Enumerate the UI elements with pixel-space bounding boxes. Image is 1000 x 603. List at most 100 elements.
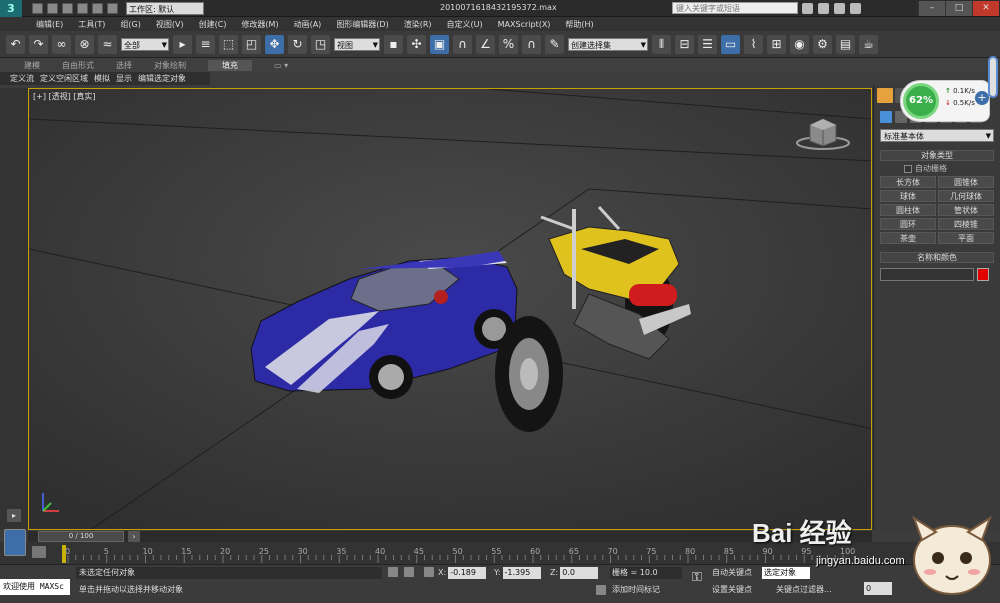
render-production-icon[interactable]: ☕ (859, 34, 878, 54)
percent-snap-icon[interactable]: % (499, 34, 518, 54)
keyboard-shortcut-override-icon[interactable]: ▣ (430, 34, 449, 54)
redo-icon[interactable] (92, 2, 103, 14)
unlink-icon[interactable]: ⊗ (75, 34, 94, 54)
reference-coordinate-dropdown[interactable]: 视图 (334, 37, 380, 52)
side-scroll-handle[interactable] (988, 56, 998, 98)
tube-button[interactable]: 管状体 (938, 204, 994, 216)
spinner-snap-icon[interactable]: ∩ (522, 34, 541, 54)
select-and-rotate-icon[interactable]: ↻ (288, 34, 307, 54)
render-setup-icon[interactable]: ⚙ (813, 34, 832, 54)
viewcube-icon[interactable] (793, 113, 853, 153)
select-and-scale-icon[interactable]: ◳ (311, 34, 330, 54)
menu-create[interactable]: 创建(C) (199, 19, 227, 30)
app-logo-icon[interactable]: 3 (0, 0, 22, 17)
undo-icon[interactable] (77, 2, 88, 14)
menu-help[interactable]: 帮助(H) (565, 19, 593, 30)
menu-maxscript[interactable]: MAXScript(X) (498, 20, 551, 29)
redo-icon[interactable]: ↷ (29, 34, 48, 54)
new-file-icon[interactable] (32, 2, 43, 14)
populate-edit-selected[interactable]: 编辑选定对象 (138, 73, 186, 84)
geosphere-button[interactable]: 几何球体 (938, 190, 994, 202)
geometry-icon[interactable] (880, 111, 892, 123)
menu-modifiers[interactable]: 修改器(M) (241, 19, 278, 30)
pivot-center-icon[interactable]: ▪ (384, 34, 403, 54)
selection-filter-dropdown[interactable]: 全部 (121, 37, 169, 52)
minimize-button[interactable]: – (918, 1, 945, 16)
mini-curve-editor-icon[interactable] (32, 546, 46, 558)
maxscript-listener-icon[interactable] (4, 529, 26, 556)
menu-views[interactable]: 视图(V) (156, 19, 184, 30)
ribbon-tab-modeling[interactable]: 建模 (24, 60, 40, 71)
key-filters-button[interactable]: 关键点过滤器... (776, 584, 838, 596)
close-button[interactable]: ✕ (972, 1, 999, 16)
network-speed-widget[interactable]: 62% ↑ 0.1K/s ↓ 0.5K/s + (900, 80, 990, 122)
named-selection-dropdown[interactable]: 创建选择集 (568, 37, 648, 52)
z-field[interactable]: 0.0 (560, 567, 599, 579)
cone-button[interactable]: 圆锥体 (938, 176, 994, 188)
expand-viewport-icon[interactable]: ▸ (7, 509, 21, 522)
rendered-frame-icon[interactable]: ▤ (836, 34, 855, 54)
snap-3d-icon[interactable]: ∩ (453, 34, 472, 54)
object-color-swatch[interactable] (977, 268, 989, 281)
autogrid-checkbox[interactable]: 自动栅格 (904, 163, 994, 174)
object-type-rollout[interactable]: 对象类型 (880, 150, 994, 161)
menu-rendering[interactable]: 渲染(R) (404, 19, 432, 30)
star-icon[interactable] (834, 3, 845, 14)
schematic-view-icon[interactable]: ⊞ (767, 34, 786, 54)
sphere-button[interactable]: 球体 (880, 190, 936, 202)
search-input[interactable]: 键入关键字或短语 (672, 2, 798, 14)
undo-icon[interactable]: ↶ (6, 34, 25, 54)
menu-tools[interactable]: 工具(T) (78, 19, 105, 30)
x-field[interactable]: -0.189 (448, 567, 487, 579)
frame-ruler[interactable]: 0 5 10 15 20 25 30 35 40 45 50 55 60 65 70 75 80 85 90 95 10… (62, 545, 872, 563)
perspective-viewport[interactable]: [+] [透视] [真实] (28, 88, 872, 530)
ribbon-tab-freeform[interactable]: 自由形式 (62, 60, 94, 71)
curve-editor-icon[interactable]: ⌇ (744, 34, 763, 54)
menu-graph-editors[interactable]: 图形编辑器(D) (336, 19, 388, 30)
mirror-icon[interactable]: ⫴ (652, 34, 671, 54)
next-frame-icon[interactable]: › (128, 531, 140, 542)
absolute-mode-icon[interactable] (424, 567, 434, 577)
add-time-tag[interactable]: 添加时间标记 (612, 584, 660, 595)
ribbon-tab-object-paint[interactable]: 对象绘制 (154, 60, 186, 71)
project-folder-icon[interactable] (107, 2, 118, 14)
menu-edit[interactable]: 编辑(E) (36, 19, 63, 30)
ribbon-toggle-icon[interactable]: ▭ ▾ (274, 61, 288, 70)
y-field[interactable]: -1.395 (502, 567, 541, 579)
ribbon-tab-selection[interactable]: 选择 (116, 60, 132, 71)
box-button[interactable]: 长方体 (880, 176, 936, 188)
time-tag-icon[interactable] (596, 585, 606, 595)
angle-snap-icon[interactable]: ∠ (476, 34, 495, 54)
auto-key-button[interactable]: 自动关键点 (712, 567, 760, 579)
binoculars-icon[interactable] (802, 3, 813, 14)
window-crossing-icon[interactable]: ◰ (242, 34, 261, 54)
isolate-icon[interactable] (388, 567, 398, 577)
material-editor-icon[interactable]: ◉ (790, 34, 809, 54)
rect-selection-icon[interactable]: ⬚ (219, 34, 238, 54)
save-file-icon[interactable] (62, 2, 73, 14)
menu-customize[interactable]: 自定义(U) (447, 19, 483, 30)
edit-named-selection-icon[interactable]: ✎ (545, 34, 564, 54)
select-manipulate-icon[interactable]: ✣ (407, 34, 426, 54)
teapot-button[interactable]: 茶壶 (880, 232, 936, 244)
plane-button[interactable]: 平面 (938, 232, 994, 244)
populate-simulate[interactable]: 模拟 (94, 73, 110, 84)
select-and-move-icon[interactable]: ✥ (265, 34, 284, 54)
populate-define-flows[interactable]: 定义流 (10, 73, 34, 84)
torus-button[interactable]: 圆环 (880, 218, 936, 230)
populate-display[interactable]: 显示 (116, 73, 132, 84)
key-selection-dropdown[interactable]: 选定对象 (762, 567, 810, 579)
lock-selection-icon[interactable] (404, 567, 414, 577)
cylinder-button[interactable]: 圆柱体 (880, 204, 936, 216)
open-file-icon[interactable] (47, 2, 58, 14)
viewport-label[interactable]: [+] [透视] [真实] (33, 91, 96, 102)
object-name-field[interactable] (880, 268, 974, 281)
pyramid-button[interactable]: 四棱锥 (938, 218, 994, 230)
ribbon-tab-populate[interactable]: 填充 (208, 59, 252, 71)
layer-manager-icon[interactable]: ☰ (698, 34, 717, 54)
add-icon[interactable]: + (975, 91, 989, 105)
key-icon[interactable] (818, 3, 829, 14)
help-icon[interactable] (850, 3, 861, 14)
graphite-ribbon-icon[interactable]: ▭ (721, 34, 740, 54)
time-slider[interactable]: 0 / 100 › (28, 531, 872, 542)
